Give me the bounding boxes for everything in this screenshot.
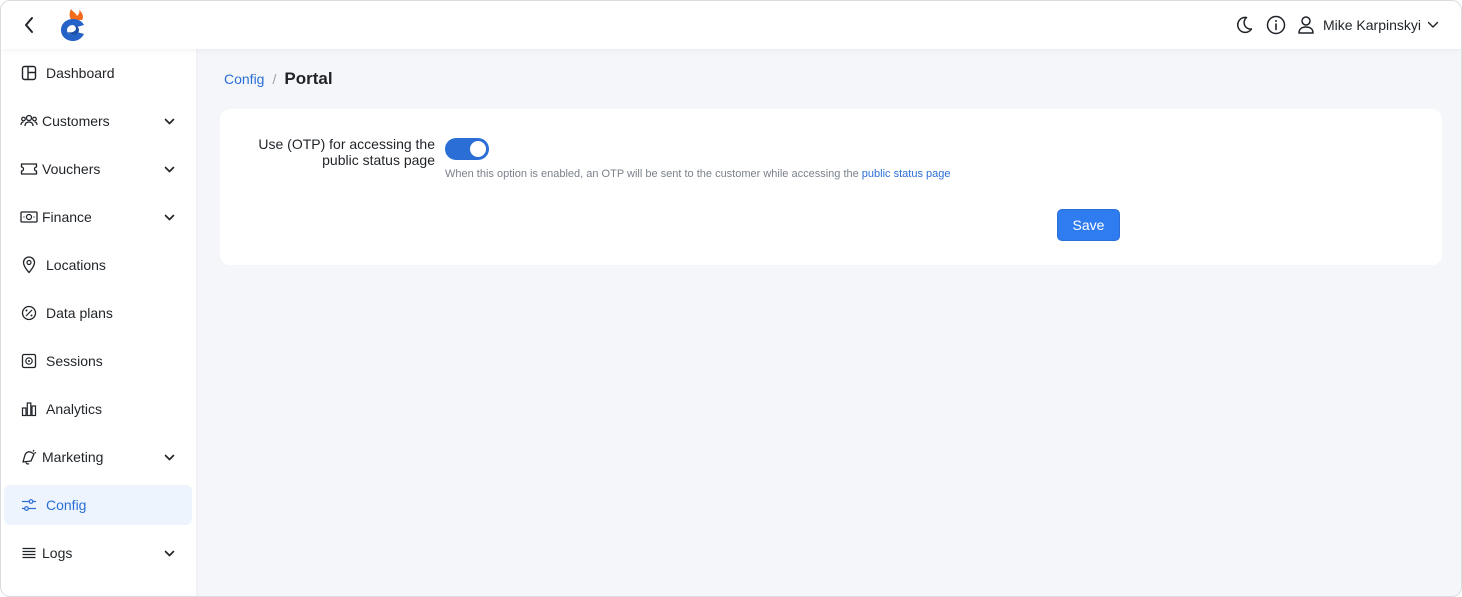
app-logo: [57, 7, 89, 43]
sidebar-item-label: Marketing: [42, 449, 104, 465]
save-button[interactable]: Save: [1057, 209, 1120, 241]
logs-icon: [20, 544, 38, 562]
user-menu[interactable]: Mike Karpinskyi: [1297, 15, 1439, 35]
top-right-controls: Mike Karpinskyi: [1233, 1, 1439, 49]
sidebar-item-locations[interactable]: Locations: [4, 245, 192, 285]
location-pin-icon: [20, 256, 38, 274]
otp-toggle[interactable]: [445, 138, 489, 160]
toggle-knob: [470, 141, 486, 157]
sidebar-item-data-plans[interactable]: Data plans: [4, 293, 192, 333]
page-title: Portal: [284, 69, 333, 88]
sidebar-item-logs[interactable]: Logs: [4, 533, 192, 573]
customers-icon: [20, 112, 38, 130]
sidebar-item-label: Sessions: [46, 353, 103, 369]
sidebar-item-dashboard[interactable]: Dashboard: [4, 53, 192, 93]
sidebar-item-label: Finance: [42, 209, 92, 225]
help-text: When this option is enabled, an OTP will…: [445, 168, 862, 180]
marketing-icon: [20, 448, 38, 466]
public-status-page-link[interactable]: public status page: [862, 168, 951, 180]
user-icon: [1298, 16, 1314, 34]
sidebar-item-label: Dashboard: [46, 65, 115, 81]
finance-icon: [20, 208, 38, 226]
sidebar-item-vouchers[interactable]: Vouchers: [4, 149, 192, 189]
data-plans-icon: [20, 304, 38, 322]
breadcrumb-separator: /: [272, 71, 277, 87]
chevron-down-icon: [162, 114, 176, 128]
config-sliders-icon: [20, 496, 38, 514]
chevron-left-icon: [25, 17, 33, 33]
user-name: Mike Karpinskyi: [1322, 17, 1421, 33]
sidebar-item-label: Data plans: [46, 305, 113, 321]
breadcrumb-config-link[interactable]: Config: [224, 71, 264, 87]
sidebar-item-marketing[interactable]: Marketing: [4, 437, 192, 477]
sidebar-item-label: Locations: [46, 257, 106, 273]
top-bar: Mike Karpinskyi: [1, 1, 1461, 49]
info-button[interactable]: [1265, 14, 1287, 36]
dashboard-icon: [20, 64, 38, 82]
otp-setting-label: Use (OTP) for accessing the public statu…: [258, 136, 435, 168]
chevron-down-icon: [162, 546, 176, 560]
analytics-icon: [20, 400, 38, 418]
sidebar-item-label: Logs: [42, 545, 73, 561]
back-button[interactable]: [18, 14, 40, 36]
sidebar-item-finance[interactable]: Finance: [4, 197, 192, 237]
moon-icon: [1236, 16, 1253, 34]
otp-help-text: When this option is enabled, an OTP will…: [445, 168, 950, 180]
app-window: Mike Karpinskyi Dashboard Customers Vouc…: [0, 0, 1462, 597]
breadcrumb: Config / Portal: [224, 69, 333, 89]
dark-mode-toggle[interactable]: [1233, 14, 1255, 36]
info-icon: [1266, 15, 1286, 35]
sidebar-item-label: Vouchers: [42, 161, 101, 177]
chevron-down-icon: [162, 162, 176, 176]
sidebar-item-customers[interactable]: Customers: [4, 101, 192, 141]
sidebar: Dashboard Customers Vouchers Finance Loc…: [1, 49, 197, 596]
sessions-icon: [20, 352, 38, 370]
sidebar-item-label: Analytics: [46, 401, 103, 417]
sidebar-item-label: Customers: [42, 113, 110, 129]
portal-settings-card: Use (OTP) for accessing the public statu…: [220, 109, 1442, 265]
sidebar-item-analytics[interactable]: Analytics: [4, 389, 192, 429]
chevron-down-icon: [162, 450, 176, 464]
sidebar-item-sessions[interactable]: Sessions: [4, 341, 192, 381]
chevron-down-icon: [162, 210, 176, 224]
voucher-icon: [20, 160, 38, 178]
chevron-down-icon: [1427, 21, 1439, 28]
sidebar-item-config[interactable]: Config: [4, 485, 192, 525]
sidebar-item-label: Config: [46, 497, 87, 513]
